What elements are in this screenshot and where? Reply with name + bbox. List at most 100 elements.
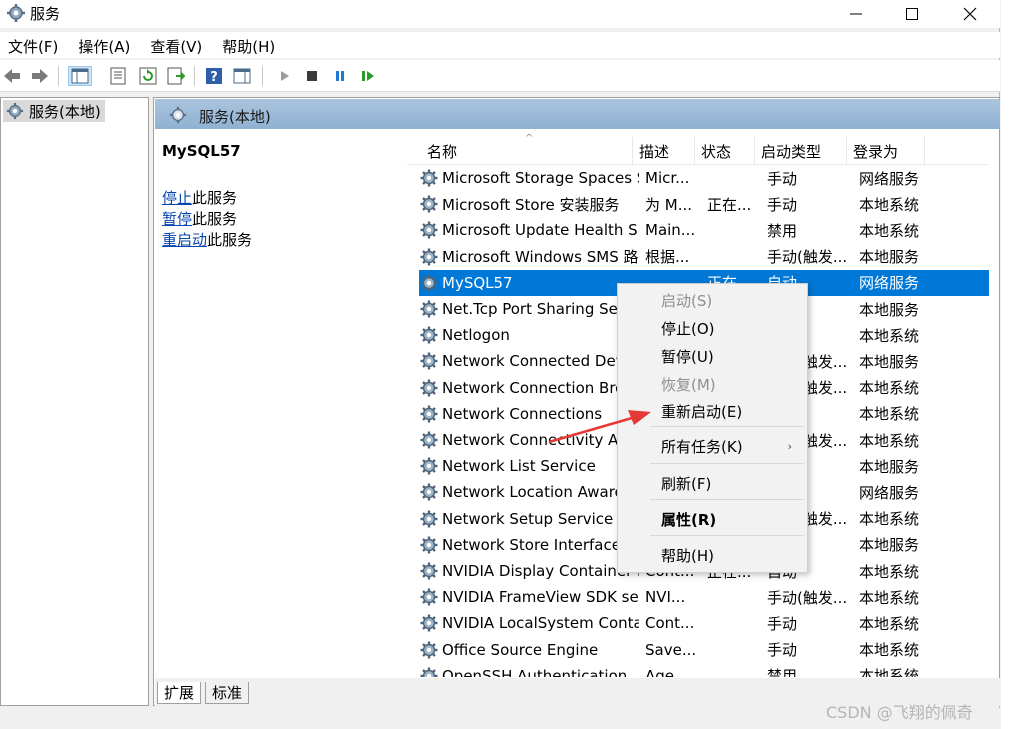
table-row[interactable]: NVIDIA LocalSystem Conta... Cont... 手动 本地系统 xyxy=(419,610,989,636)
ctx-resume-menu-item[interactable]: 恢复(M) xyxy=(619,370,806,398)
service-name: NVIDIA Display Container LS xyxy=(442,562,639,580)
ctx-refresh-menu-item[interactable]: 刷新(F) xyxy=(619,469,806,497)
ctx-start-menu-item[interactable]: 启动(S) xyxy=(619,286,806,314)
cell-logon-as: 本地系统 xyxy=(859,195,920,214)
service-gear-icon xyxy=(420,248,438,266)
service-gear-icon xyxy=(420,457,438,475)
tab-standard[interactable]: 标准 xyxy=(205,682,250,704)
column-header-name[interactable]: 名称 ^ xyxy=(407,133,633,165)
column-header-logon-as[interactable]: 登录为 xyxy=(847,137,925,165)
service-gear-icon xyxy=(420,274,438,292)
cell-logon-as: 网络服务 xyxy=(859,169,920,188)
menu-item-label: 启动(S) xyxy=(661,291,713,310)
show-hide-tree-button[interactable] xyxy=(68,66,92,86)
back-button[interactable] xyxy=(2,66,22,86)
cell-name: Network Connections xyxy=(419,404,639,424)
start-service-button[interactable] xyxy=(274,66,294,86)
service-name: Office Source Engine xyxy=(442,640,599,659)
menu-help[interactable]: 帮助(H) xyxy=(222,32,285,58)
menu-view[interactable]: 查看(V) xyxy=(150,32,212,58)
service-name: Network Connections xyxy=(442,404,603,423)
properties-toolbar-button[interactable] xyxy=(108,66,128,86)
restart-service-button[interactable] xyxy=(358,66,378,86)
help-toolbar-button[interactable]: ? xyxy=(204,66,224,86)
table-row[interactable]: Microsoft Update Health S... Main... 禁用 本地系… xyxy=(419,217,989,243)
ctx-help-menu-item[interactable]: 帮助(H) xyxy=(619,541,806,569)
table-row[interactable]: NVIDIA FrameView SDK se... NVI... 手动(触发...… xyxy=(419,584,989,610)
service-name: Network Location Awareness xyxy=(442,483,639,502)
column-label: 名称 xyxy=(427,143,458,161)
toolbar: ? xyxy=(0,60,1000,92)
close-button[interactable] xyxy=(940,0,1000,28)
ctx-all-tasks-menu-item[interactable]: 所有任务(K) › xyxy=(619,432,806,460)
cell-logon-as: 本地系统 xyxy=(859,588,920,607)
column-header-status[interactable]: 状态 xyxy=(695,137,755,165)
restart-service-action: 重启动此服务 xyxy=(162,229,252,250)
refresh-toolbar-button[interactable] xyxy=(138,66,158,86)
menu-file[interactable]: 文件(F) xyxy=(8,32,68,58)
cell-logon-as: 本地系统 xyxy=(859,431,920,450)
table-row[interactable]: Microsoft Windows SMS 路... 根据... 手动(触发... 本… xyxy=(419,244,989,270)
pause-service-button[interactable] xyxy=(330,66,350,86)
table-row[interactable]: Microsoft Storage Spaces S... Micr... 手动 网络… xyxy=(419,165,989,191)
column-label: 登录为 xyxy=(853,143,899,161)
sort-ascending-icon: ^ xyxy=(525,133,534,144)
column-label: 状态 xyxy=(701,143,732,161)
service-name: NVIDIA FrameView SDK se... xyxy=(442,588,639,607)
ctx-pause-menu-item[interactable]: 暂停(U) xyxy=(619,342,806,370)
service-name: Network Store Interface Service xyxy=(442,535,639,554)
table-row[interactable]: Office Source Engine Save... 手动 本地系统 xyxy=(419,637,989,663)
stop-service-button[interactable] xyxy=(302,66,322,86)
column-label: 描述 xyxy=(639,143,670,161)
service-name: Microsoft Windows SMS 路... xyxy=(442,248,639,267)
list-header: 名称 ^ 描述 状态 启动类型 登录为 xyxy=(407,133,989,165)
table-row[interactable]: OpenSSH Authentication ... Age... 禁用 本地系统 xyxy=(419,663,989,677)
service-name: Netlogon xyxy=(442,326,510,345)
ctx-stop-menu-item[interactable]: 停止(O) xyxy=(619,314,806,342)
service-gear-icon xyxy=(420,667,438,677)
service-gear-icon xyxy=(420,405,438,423)
action-pane-button[interactable] xyxy=(232,66,252,86)
close-icon xyxy=(963,7,977,21)
maximize-button[interactable] xyxy=(882,0,942,28)
menu-action[interactable]: 操作(A) xyxy=(78,32,140,58)
cell-name: Microsoft Windows SMS 路... xyxy=(419,246,639,267)
window-title: 服务 xyxy=(30,5,61,23)
cell-name: Microsoft Update Health S... xyxy=(419,220,639,240)
cell-startup-type: 手动(触发... xyxy=(767,588,848,607)
menu-separator xyxy=(650,463,804,464)
cell-description: NVI... xyxy=(645,588,686,607)
cell-logon-as: 本地系统 xyxy=(859,379,920,398)
services-gear-icon xyxy=(6,102,24,120)
cell-logon-as: 本地系统 xyxy=(859,405,920,424)
menu-separator xyxy=(650,426,804,427)
column-header-description[interactable]: 描述 xyxy=(633,137,695,165)
service-name: Network Setup Service xyxy=(442,509,614,528)
tree-item-services-local[interactable]: 服务(本地) xyxy=(3,100,105,122)
service-gear-icon xyxy=(420,536,438,554)
services-gear-icon xyxy=(169,106,187,124)
stop-service-link[interactable]: 停止 xyxy=(162,189,192,207)
table-row[interactable]: Microsoft Store 安装服务 为 M... 正在... 手动 本地系统 xyxy=(419,191,989,217)
ctx-properties-menu-item[interactable]: 属性(R) xyxy=(619,505,806,533)
service-name: Network List Service xyxy=(442,457,596,476)
export-list-button[interactable] xyxy=(166,66,186,86)
cell-name: NVIDIA LocalSystem Conta... xyxy=(419,613,639,633)
service-name: OpenSSH Authentication ... xyxy=(442,666,639,677)
menu-item-label: 刷新(F) xyxy=(661,474,712,493)
restart-service-link[interactable]: 重启动 xyxy=(162,231,207,249)
column-header-startup-type[interactable]: 启动类型 xyxy=(755,137,847,165)
ctx-restart-menu-item[interactable]: 重新启动(E) xyxy=(619,397,806,425)
service-name: Network Connected Devices Auto-Setup xyxy=(442,352,639,371)
pause-service-link[interactable]: 暂停 xyxy=(162,210,192,228)
export-icon xyxy=(167,67,185,85)
cell-logon-as: 本地服务 xyxy=(859,536,920,555)
maximize-icon xyxy=(906,8,918,20)
toolbar-separator xyxy=(58,66,59,86)
forward-button[interactable] xyxy=(30,66,50,86)
selected-service-name: MySQL57 xyxy=(162,142,241,160)
content-header-title: 服务(本地) xyxy=(199,108,271,126)
minimize-button[interactable] xyxy=(826,0,886,28)
cell-name: Network Connectivity Assistant xyxy=(419,430,639,450)
tab-extended[interactable]: 扩展 xyxy=(157,682,202,704)
